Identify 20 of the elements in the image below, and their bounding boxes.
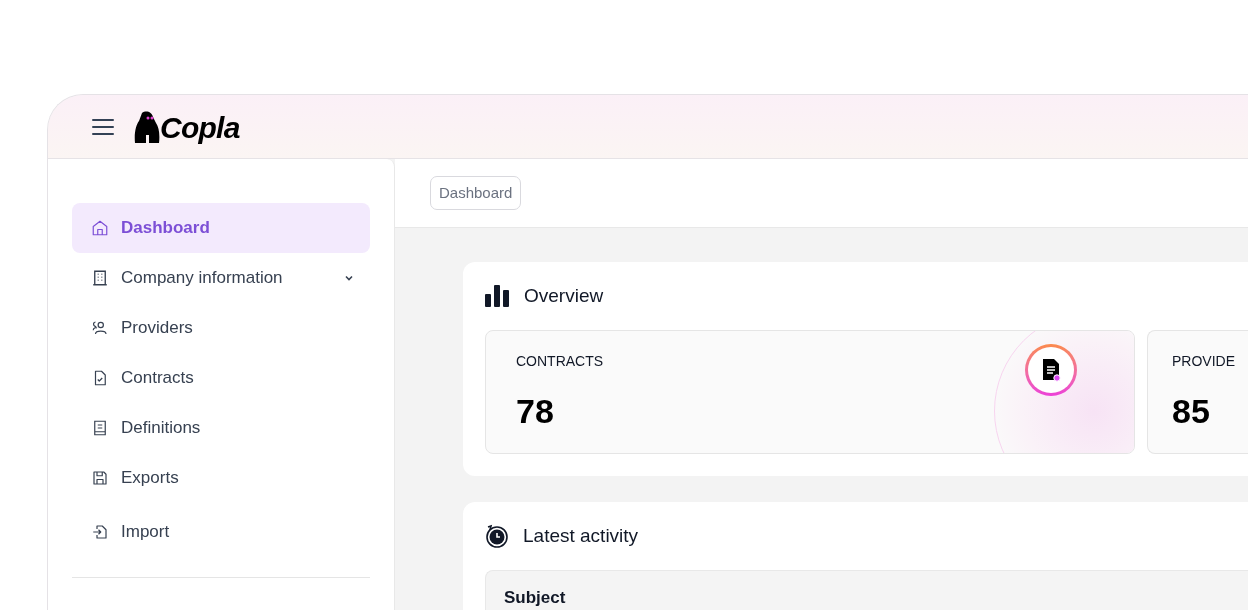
- gorilla-icon: [134, 110, 160, 143]
- clock-icon: [485, 524, 509, 548]
- sidebar-item[interactable]: Definitions: [72, 403, 370, 453]
- sidebar-item[interactable]: Contracts: [72, 353, 370, 403]
- card-title: Overview: [524, 283, 604, 308]
- stat-label: PROVIDE: [1172, 352, 1235, 371]
- sidebar-item[interactable]: Providers: [72, 303, 370, 353]
- sidebar-item[interactable]: Company information: [72, 253, 370, 303]
- stat-value: 85: [1172, 391, 1210, 432]
- column-header: Subject: [504, 587, 566, 609]
- bar-chart-icon: [485, 285, 510, 307]
- sidebar-item[interactable]: Dashboard: [72, 203, 370, 253]
- stat-label: CONTRACTS: [516, 352, 604, 371]
- menu-icon[interactable]: [92, 117, 114, 136]
- logo-text: Copla: [160, 112, 240, 143]
- stat-value: 78: [516, 391, 554, 432]
- breadcrumb-link[interactable]: Dashboard: [430, 175, 522, 211]
- sidebar-item[interactable]: Exports: [72, 453, 370, 503]
- sidebar-item[interactable]: Import: [72, 507, 370, 557]
- card-title: Latest activity: [523, 523, 639, 548]
